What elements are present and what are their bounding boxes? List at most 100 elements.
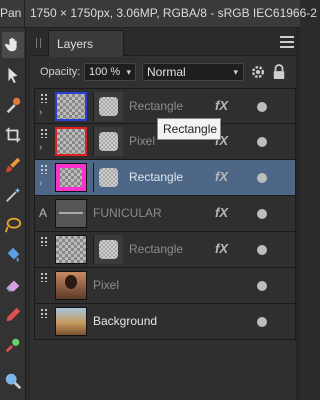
layer-controls: A — [35, 196, 53, 231]
healing-icon — [5, 338, 20, 353]
layer-mask-thumbnail — [93, 235, 123, 264]
layer-thumbnail — [55, 127, 87, 156]
magic-wand-icon — [6, 187, 21, 202]
paint-brush-tool[interactable] — [2, 152, 24, 178]
fx-icon[interactable]: fX — [215, 98, 228, 113]
drag-handle-icon[interactable] — [40, 236, 48, 246]
layer-options-row: Opacity: 100 % ▾ Normal ▾ — [30, 60, 300, 84]
right-panel-edge — [296, 28, 300, 400]
panel-tab-bar: Layers — [30, 30, 300, 57]
chevron-down-icon: ▾ — [126, 67, 131, 77]
fill-bucket-icon — [7, 247, 20, 262]
layer-name: Rectangle — [129, 242, 184, 256]
fx-icon[interactable]: fX — [215, 241, 228, 256]
visibility-toggle[interactable] — [257, 281, 267, 291]
crop-tool[interactable] — [2, 122, 24, 148]
healing-tool[interactable] — [2, 332, 24, 358]
visibility-toggle[interactable] — [257, 317, 267, 327]
tab-layers[interactable]: Layers — [48, 30, 124, 57]
layer-name: Pixel — [93, 278, 120, 292]
hamburger-icon-line — [280, 46, 294, 48]
drag-handle-icon[interactable] — [40, 308, 48, 318]
paint-brush-icon — [5, 157, 21, 173]
eraser-icon — [6, 280, 20, 292]
layer-thumbnail — [55, 307, 87, 336]
opacity-label: Opacity: — [40, 66, 81, 78]
visibility-toggle[interactable] — [257, 173, 267, 183]
layer-name: FUNICULAR — [93, 206, 162, 220]
divider — [24, 0, 25, 28]
zoom-icon — [5, 373, 22, 390]
fill-bucket-tool[interactable] — [2, 242, 24, 268]
layer-name: Pixel — [129, 134, 156, 148]
chevron-right-icon[interactable]: › — [39, 107, 42, 118]
document-info: 1750 × 1750px, 3.06MP, RGBA/8 - sRGB IEC… — [30, 6, 317, 20]
magic-wand-tool[interactable] — [2, 182, 24, 208]
layer-thumbnail — [55, 271, 87, 300]
panel-menu-button[interactable] — [280, 36, 294, 50]
hamburger-icon — [280, 36, 294, 38]
move-icon — [8, 67, 18, 84]
layer-thumbnail — [55, 163, 87, 192]
tools-panel — [0, 28, 26, 400]
selection-brush-tool[interactable] — [2, 212, 24, 238]
layer-controls: › — [35, 160, 53, 195]
layers-panel: Layers Opacity: 100 % ▾ Normal ▾ › Recta… — [30, 30, 300, 400]
lock-icon[interactable] — [272, 64, 286, 80]
layer-name: Rectangle — [129, 170, 184, 184]
chevron-right-icon[interactable]: › — [39, 142, 42, 153]
chevron-down-icon: ▾ — [233, 67, 238, 77]
hamburger-icon-line — [280, 41, 294, 43]
gear-icon[interactable] — [250, 64, 266, 80]
color-picker-tool[interactable] — [2, 92, 24, 118]
eraser-tool[interactable] — [2, 272, 24, 298]
opacity-value: 100 % — [89, 66, 121, 78]
hand-tool[interactable] — [2, 32, 24, 58]
layer-row[interactable]: Background — [34, 304, 296, 340]
layer-row[interactable]: A FUNICULAR fX — [34, 196, 296, 232]
hand-icon — [4, 37, 17, 52]
crop-icon — [5, 127, 21, 143]
pencil-icon — [6, 307, 21, 322]
layer-row-selected[interactable]: › Rectangle fX — [34, 160, 296, 196]
visibility-toggle[interactable] — [257, 245, 267, 255]
drag-handle-icon[interactable] — [40, 128, 48, 138]
move-tool[interactable] — [2, 62, 24, 88]
layer-name: Rectangle — [129, 99, 184, 113]
layer-controls: › — [35, 124, 53, 159]
blend-mode-value: Normal — [147, 65, 186, 79]
layer-controls — [35, 304, 53, 339]
panel-grip-handle[interactable] — [36, 38, 41, 48]
text-layer-icon: A — [39, 206, 48, 220]
pencil-tool[interactable] — [2, 302, 24, 328]
drag-handle-icon[interactable] — [40, 93, 48, 103]
layer-thumbnail — [55, 199, 87, 228]
chevron-right-icon[interactable]: › — [39, 178, 42, 189]
color-picker-icon — [6, 97, 21, 114]
opacity-field[interactable]: 100 % ▾ — [84, 63, 136, 81]
drag-handle-icon[interactable] — [40, 272, 48, 282]
layer-row[interactable]: Rectangle fX — [34, 232, 296, 268]
layer-mask-thumbnail — [93, 92, 123, 121]
blend-mode-select[interactable]: Normal ▾ — [142, 63, 244, 81]
current-tool-label: Pan — [0, 6, 22, 20]
visibility-toggle[interactable] — [257, 137, 267, 147]
layer-thumbnail — [55, 92, 87, 121]
drag-handle-icon[interactable] — [40, 164, 48, 174]
layer-controls: › — [35, 89, 53, 124]
tooltip: Rectangle — [157, 118, 221, 140]
layer-name: Background — [93, 314, 158, 328]
visibility-toggle[interactable] — [257, 209, 267, 219]
layer-row[interactable]: Pixel — [34, 268, 296, 304]
layer-mask-thumbnail — [93, 163, 123, 192]
visibility-toggle[interactable] — [257, 102, 267, 112]
layer-mask-thumbnail — [93, 127, 123, 156]
zoom-tool[interactable] — [2, 368, 24, 394]
selection-brush-icon — [4, 217, 22, 233]
fx-icon[interactable]: fX — [215, 205, 228, 220]
layer-controls — [35, 268, 53, 303]
layer-thumbnail — [55, 235, 87, 264]
layer-controls — [35, 232, 53, 267]
fx-icon[interactable]: fX — [215, 169, 228, 184]
context-toolbar: Pan 1750 × 1750px, 3.06MP, RGBA/8 - sRGB… — [0, 0, 317, 28]
